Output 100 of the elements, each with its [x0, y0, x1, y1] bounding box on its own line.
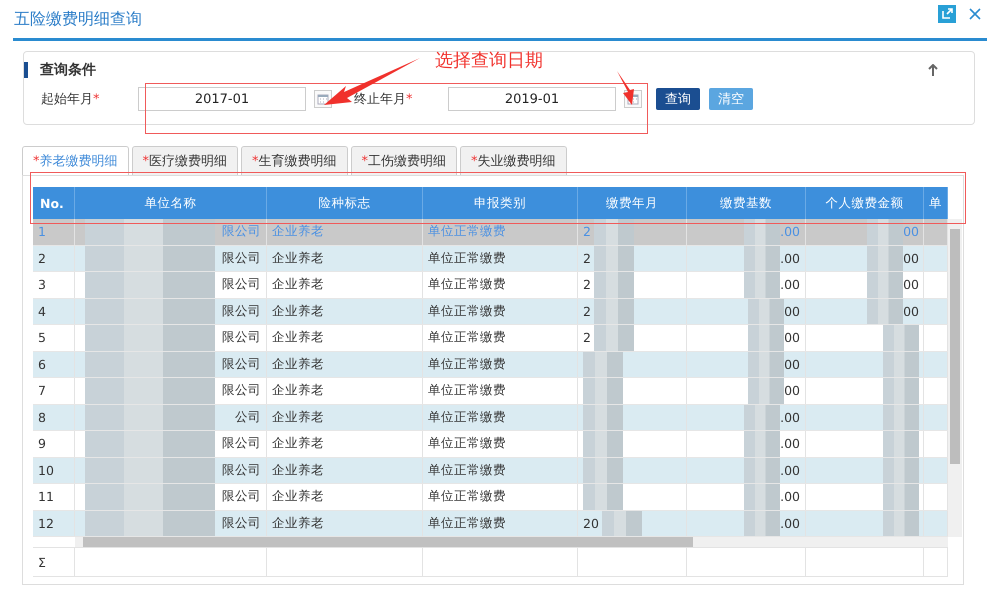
redaction-mosaic	[744, 272, 780, 298]
table-cell: 00	[784, 383, 800, 398]
table-cell: 单位正常缴费	[423, 378, 578, 404]
table-cell: 企业养老	[267, 510, 423, 536]
field-label: 终止年月*	[354, 91, 414, 108]
table-cell: 2	[583, 304, 591, 319]
table-cell: 2	[33, 246, 75, 271]
table-cell: 单位正常缴费	[423, 510, 578, 536]
close-icon[interactable]	[968, 7, 982, 21]
table-cell: 3	[33, 272, 75, 298]
date-field[interactable]: 2019-01	[448, 87, 616, 111]
table-cell: 企业养老	[267, 378, 423, 404]
table-cell: 公司	[235, 408, 261, 426]
horizontal-scrollbar[interactable]	[75, 537, 948, 547]
redaction-mosaic	[883, 378, 919, 404]
redaction-mosaic	[748, 298, 784, 324]
table-cell: 限公司	[222, 356, 261, 373]
redaction-mosaic	[867, 272, 904, 298]
vertical-scrollbar[interactable]	[948, 219, 962, 537]
table-cell: 限公司	[222, 223, 261, 240]
collapse-arrow-icon[interactable]	[928, 64, 938, 76]
table-cell: 单位正常缴费	[423, 404, 578, 430]
redaction-mosaic	[594, 298, 634, 324]
table-cell: 单位正常缴费	[423, 484, 578, 510]
tab[interactable]: *失业缴费明细	[460, 146, 566, 175]
table-cell: 7	[33, 378, 75, 404]
redaction-mosaic	[594, 219, 634, 244]
redaction-mosaic	[883, 431, 919, 456]
table-cell: .00	[780, 224, 800, 240]
table-cell: 9	[33, 431, 75, 456]
field-label: 起始年月*	[41, 91, 100, 108]
redaction-mosaic	[744, 431, 780, 456]
redaction-mosaic	[583, 378, 623, 404]
table-cell: 4	[33, 298, 75, 324]
table-cell: 限公司	[222, 462, 261, 479]
table-cell: 限公司	[222, 250, 261, 267]
table-cell: .00	[780, 250, 800, 266]
redaction-mosaic	[744, 404, 780, 430]
calendar-icon[interactable]	[314, 90, 332, 108]
table-cell: 10	[33, 458, 75, 483]
redaction-mosaic	[883, 484, 919, 510]
tab[interactable]: *养老缴费明细	[22, 146, 128, 175]
table-cell: 2	[583, 224, 591, 240]
redaction-mosaic	[583, 484, 623, 510]
redaction-mosaic	[883, 510, 919, 536]
table-cell: 00	[903, 250, 919, 266]
redaction-mosaic	[744, 458, 780, 483]
table-cell: 11	[33, 484, 75, 510]
table-cell: 企业养老	[267, 246, 423, 271]
table-cell: 6	[33, 352, 75, 377]
tab[interactable]: *医疗缴费明细	[132, 146, 238, 175]
table-cell: 单位正常缴费	[423, 431, 578, 456]
table-cell: 企业养老	[267, 352, 423, 377]
tab[interactable]: *工伤缴费明细	[350, 146, 457, 175]
table-cell: 00	[784, 356, 800, 372]
redaction-mosaic	[583, 458, 623, 483]
annotation-arrow	[616, 70, 636, 106]
redaction-mosaic	[883, 325, 919, 350]
redaction-mosaic	[583, 352, 623, 377]
table-cell: 限公司	[222, 514, 261, 532]
table-cell: 00	[903, 304, 919, 319]
table-cell: 限公司	[222, 276, 261, 294]
table-cell: 限公司	[222, 382, 261, 400]
date-field[interactable]: 2017-01	[138, 87, 306, 111]
table-cell: 企业养老	[267, 484, 423, 510]
table-cell: 限公司	[222, 435, 261, 452]
redaction-mosaic	[602, 510, 642, 536]
popout-icon[interactable]	[938, 5, 956, 23]
table-cell: .00	[780, 277, 800, 292]
table-cell: 企业养老	[267, 404, 423, 430]
redaction-mosaic	[744, 246, 780, 271]
window-title: 五险缴费明细查询	[14, 8, 142, 30]
table-cell: 1	[33, 219, 75, 244]
table-cell: 12	[33, 510, 75, 536]
table-cell: 企业养老	[267, 219, 423, 244]
table-cell: 企业养老	[267, 298, 423, 324]
table-cell: 00	[784, 330, 800, 346]
redaction-mosaic	[594, 272, 634, 298]
table-cell: 单位正常缴费	[423, 325, 578, 350]
search-button[interactable]: 查询	[656, 88, 700, 110]
redaction-mosaic	[744, 484, 780, 510]
table-cell: 2	[583, 250, 591, 266]
table-cell: .00	[780, 436, 800, 452]
tab[interactable]: *生育缴费明细	[241, 146, 348, 175]
redaction-mosaic	[748, 325, 784, 350]
table-cell: 单位正常缴费	[423, 352, 578, 377]
table-cell: .00	[780, 489, 800, 504]
table-cell: .00	[780, 516, 800, 531]
table-cell: 限公司	[222, 329, 261, 346]
redaction-mosaic	[883, 458, 919, 483]
table-cell: 00	[903, 224, 919, 240]
table-cell: 单位正常缴费	[423, 298, 578, 324]
clear-button[interactable]: 清空	[709, 88, 753, 110]
table-cell: 00	[784, 304, 800, 319]
redaction-mosaic	[744, 510, 780, 536]
redaction-mosaic	[883, 352, 919, 377]
table-cell: .00	[780, 410, 800, 425]
panel-title: 查询条件	[40, 61, 96, 79]
table-cell: 5	[33, 325, 75, 350]
table-cell: 企业养老	[267, 325, 423, 350]
